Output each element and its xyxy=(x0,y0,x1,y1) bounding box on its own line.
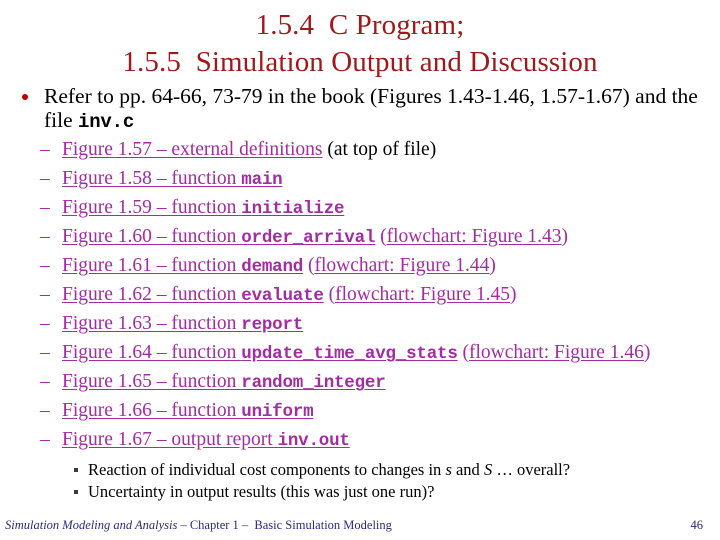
dash-marker-icon: – xyxy=(40,138,50,160)
dash-marker-icon: – xyxy=(40,429,50,451)
paren-open: ( xyxy=(323,284,336,306)
figure-link-label[interactable]: Figure 1.57 – external definitions xyxy=(62,139,323,160)
paren-open: ( xyxy=(457,342,470,364)
figure-link-label[interactable]: Figure 1.59 – function xyxy=(62,197,241,218)
list-item[interactable]: – Figure 1.65 – function random_integer xyxy=(0,367,720,396)
figure-code-label[interactable]: update_time_avg_stats xyxy=(241,344,458,364)
figure-link-label[interactable]: Figure 1.62 – function xyxy=(62,284,241,305)
intro-text: Refer to pp. 64-66, 73-79 in the book (F… xyxy=(44,84,698,132)
figure-link-label[interactable]: Figure 1.65 – function xyxy=(62,371,241,392)
figure-code-label[interactable]: inv.out xyxy=(278,431,350,451)
dash-marker-icon: – xyxy=(40,225,50,247)
figure-flowchart-link[interactable]: flowchart: Figure 1.44 xyxy=(314,255,489,276)
dash-marker-icon: – xyxy=(40,342,50,364)
list-item[interactable]: – Figure 1.58 – function main xyxy=(0,164,720,193)
figure-code-label[interactable]: order_arrival xyxy=(241,228,375,248)
dash-marker-icon: – xyxy=(40,167,50,189)
paren-close: ) xyxy=(643,342,651,364)
intro-bullet: Refer to pp. 64-66, 73-79 in the book (F… xyxy=(12,84,712,133)
footer-citation: Simulation Modeling and Analysis – Chapt… xyxy=(0,518,392,533)
slide: 1.5.4 C Program; 1.5.5 Simulation Output… xyxy=(0,0,720,540)
list-item[interactable]: – Figure 1.59 – function initialize xyxy=(0,193,720,222)
page-title: 1.5.4 C Program; 1.5.5 Simulation Output… xyxy=(0,0,720,81)
list-item: Uncertainty in output results (this was … xyxy=(0,481,720,503)
square-bullet-icon xyxy=(74,490,78,495)
figure-link-label[interactable]: Figure 1.64 – function xyxy=(62,342,241,363)
list-item[interactable]: – Figure 1.61 – function demand (flowchar… xyxy=(0,251,720,280)
figure-flowchart-link[interactable]: flowchart: Figure 1.46 xyxy=(469,342,644,363)
figure-code-label[interactable]: demand xyxy=(241,257,303,277)
figure-code-label[interactable]: initialize xyxy=(241,199,344,219)
list-item[interactable]: – Figure 1.67 – output report inv.out xyxy=(0,425,720,454)
dash-marker-icon: – xyxy=(40,284,50,306)
figure-link-label[interactable]: Figure 1.58 – function xyxy=(62,168,241,189)
figure-code-label[interactable]: evaluate xyxy=(241,286,324,306)
dash-marker-icon: – xyxy=(40,313,50,335)
figure-flowchart-link[interactable]: flowchart: Figure 1.43 xyxy=(387,226,562,247)
list-item[interactable]: – Figure 1.66 – function uniform xyxy=(0,396,720,425)
red-dot-bullet-icon xyxy=(22,94,28,101)
footer-chapter: – Chapter 1 – Basic Simulation Modeling xyxy=(177,517,392,532)
discussion-text: Uncertainty in output results (this was … xyxy=(88,482,435,502)
figure-flowchart-link[interactable]: flowchart: Figure 1.45 xyxy=(335,284,510,305)
figure-link-label[interactable]: Figure 1.63 – function xyxy=(62,313,241,334)
dash-marker-icon: – xyxy=(40,255,50,276)
discussion-post: … overall? xyxy=(492,460,571,480)
paren-close: ) xyxy=(510,284,517,306)
figure-link-label[interactable]: Figure 1.61 – function xyxy=(62,255,241,276)
paren-close: ) xyxy=(561,225,569,247)
list-item[interactable]: – Figure 1.57 – external definitions (at … xyxy=(0,135,720,164)
figure-code-label[interactable]: random_integer xyxy=(241,373,385,393)
list-item[interactable]: – Figure 1.60 – function order_arrival (f… xyxy=(0,222,720,251)
discussion-text: Reaction of individual cost components t… xyxy=(88,460,446,480)
figure-link-label[interactable]: Figure 1.67 – output report xyxy=(62,429,278,450)
discussion-mid: and xyxy=(451,460,484,480)
list-item[interactable]: – Figure 1.63 – function report xyxy=(0,309,720,338)
dash-marker-icon: – xyxy=(40,400,50,422)
figure-code-label[interactable]: uniform xyxy=(241,402,313,422)
list-item[interactable]: – Figure 1.62 – function evaluate (flowch… xyxy=(0,280,720,309)
paren-open: ( xyxy=(375,225,387,247)
figure-code-label[interactable]: main xyxy=(241,170,282,190)
figure-link-label[interactable]: Figure 1.60 – function xyxy=(62,226,241,247)
title-line-2: 1.5.5 Simulation Output and Discussion xyxy=(122,46,598,79)
list-item: Reaction of individual cost components t… xyxy=(0,459,720,481)
figure-code-label[interactable]: report xyxy=(241,315,303,335)
square-bullet-icon xyxy=(74,468,78,473)
footer-book-title: Simulation Modeling and Analysis xyxy=(5,517,178,532)
figure-link-list: – Figure 1.57 – external definitions (at … xyxy=(0,135,720,455)
intro-code-invc: inv.c xyxy=(78,110,135,133)
discussion-list: Reaction of individual cost components t… xyxy=(0,459,720,503)
list-item[interactable]: – Figure 1.64 – function update_time_avg_… xyxy=(0,338,720,367)
paren-close: ) xyxy=(489,255,496,276)
paren-open: ( xyxy=(303,255,315,276)
figure-link-label[interactable]: Figure 1.66 – function xyxy=(62,400,241,421)
dash-marker-icon: – xyxy=(40,196,50,218)
title-line-1: 1.5.4 C Program; xyxy=(255,9,465,41)
variable-S: S xyxy=(483,460,493,480)
page-number: 46 xyxy=(690,517,704,532)
dash-marker-icon: – xyxy=(40,371,50,393)
slide-footer: Simulation Modeling and Analysis – Chapt… xyxy=(0,514,720,536)
figure-suffix-plain: (at top of file) xyxy=(322,138,437,160)
